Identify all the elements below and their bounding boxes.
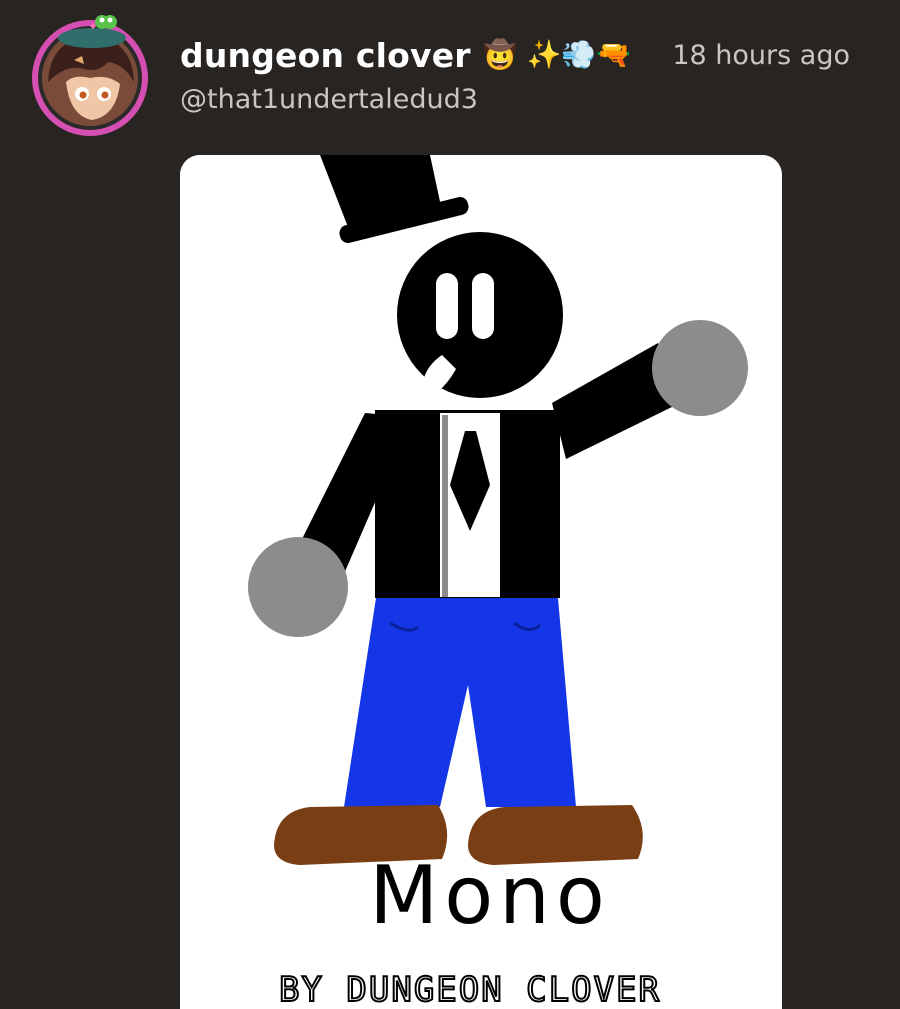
- right-hand-icon: [652, 320, 748, 416]
- author-display-name[interactable]: dungeon clover: [180, 36, 471, 75]
- name-row: dungeon clover 🤠 ✨💨🔫 18 hours ago: [180, 32, 880, 78]
- image-credit: BY DUNGEON CLOVER: [279, 970, 661, 1009]
- post-header: dungeon clover 🤠 ✨💨🔫 18 hours ago @that1…: [180, 32, 880, 116]
- left-hand-icon: [248, 537, 348, 637]
- author-avatar[interactable]: [28, 12, 154, 138]
- author-handle[interactable]: @that1undertaledud3: [180, 84, 880, 115]
- post-timestamp[interactable]: 18 hours ago: [672, 40, 880, 71]
- image-title: Mono: [369, 849, 611, 942]
- author-name-emojis: 🤠 ✨💨🔫: [482, 38, 632, 71]
- post-image[interactable]: Mono BY DUNGEON CLOVER: [180, 155, 782, 1009]
